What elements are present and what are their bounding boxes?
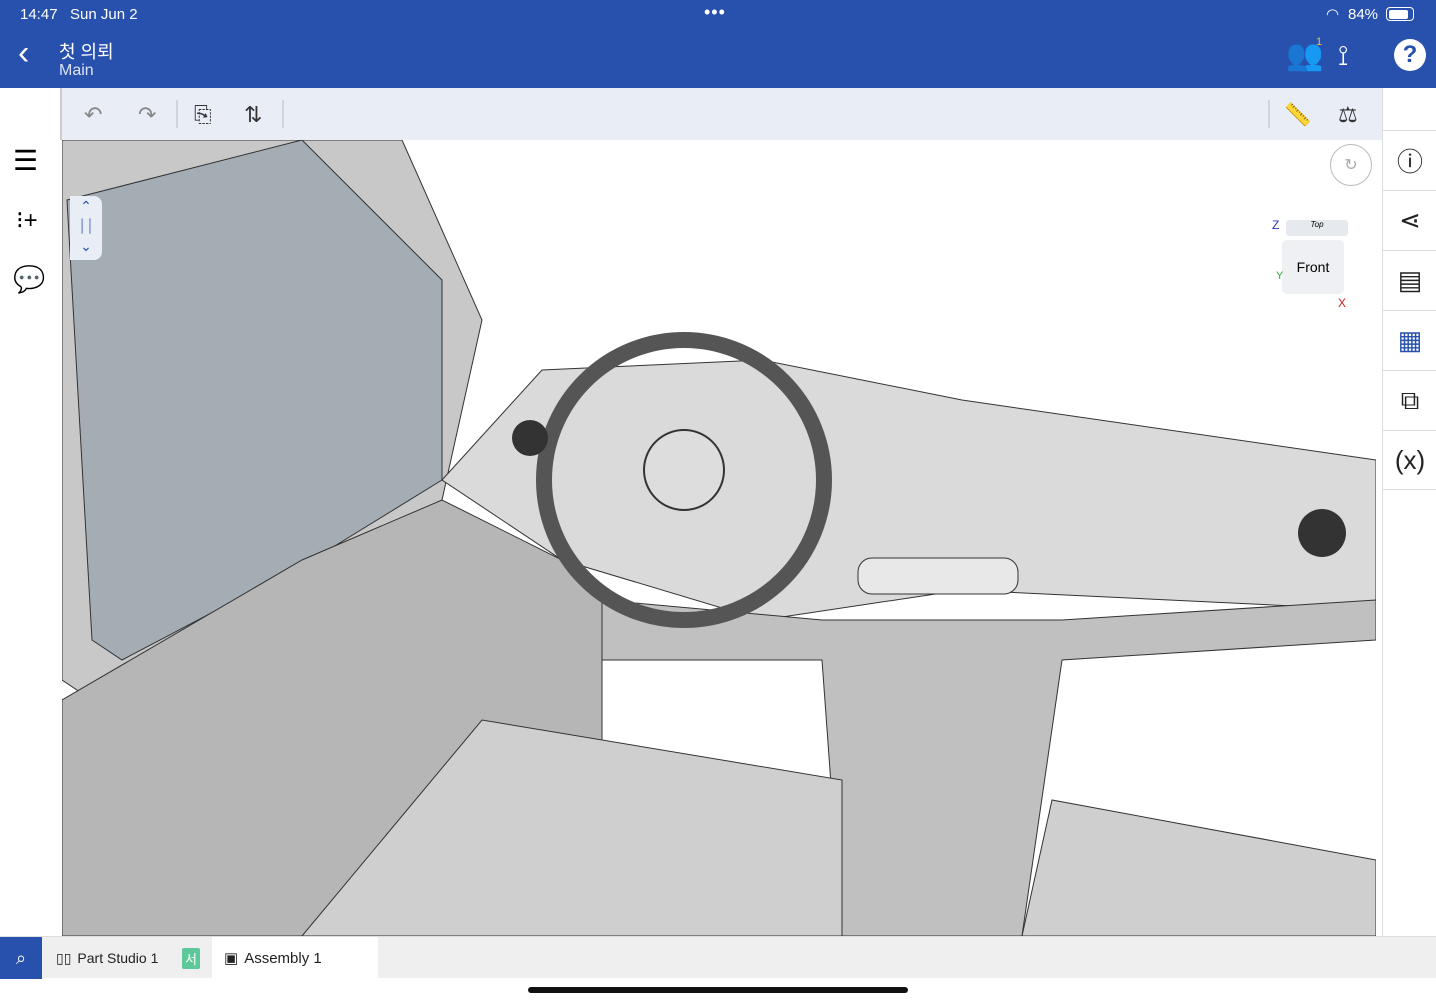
axis-x-label: X (1338, 296, 1347, 310)
3d-viewport[interactable]: ⌃ ⏐⏐ ⌄ ↻ Top Front Z Y X (62, 140, 1376, 936)
part-studio-icon: ▯▯ (56, 949, 72, 966)
rotation-lock-icon[interactable]: ↻ (1330, 144, 1372, 186)
user-badge: 서 (182, 947, 200, 969)
toolbar: ↶ ↷ ⎘ ⇅ 📏 ⚖ (60, 88, 1382, 140)
replicate-icon[interactable]: ⧉ (1383, 370, 1436, 430)
assembly-icon: ▣ (224, 950, 239, 967)
status-time: 14:47 (20, 6, 58, 23)
car-interior-model (62, 140, 1376, 936)
view-cube-top[interactable]: Top (1286, 220, 1348, 236)
workspace-name: Main (59, 62, 94, 79)
add-feature-icon[interactable]: ⁝+ (16, 206, 38, 235)
status-date: Sun Jun 2 (70, 6, 138, 23)
cast-icon[interactable]: ⟟ (1338, 40, 1348, 73)
comments-icon[interactable]: 💬 (13, 264, 45, 295)
collaborators-badge: 1 (1316, 36, 1323, 48)
share-icon[interactable]: ⋖ (1383, 190, 1436, 250)
undo-icon[interactable]: ↶ (84, 102, 102, 128)
left-sidebar: ☰ ⁝+ 💬 (0, 88, 60, 936)
info-icon[interactable]: ⓘ (1383, 130, 1436, 190)
battery-icon (1386, 7, 1414, 21)
redo-icon[interactable]: ↷ (138, 102, 156, 128)
back-button[interactable]: ‹ (18, 34, 29, 73)
home-indicator (528, 987, 908, 993)
tab-assembly-1[interactable]: ▣ Assembly 1 (212, 937, 378, 979)
battery-percent: 84% (1348, 6, 1379, 23)
measure-tape-icon[interactable]: 📏 (1284, 102, 1311, 128)
status-bar: 14:47 Sun Jun 2 ••• ◠ 84% (0, 0, 1436, 28)
view-cube[interactable]: Top Front Z Y X (1272, 218, 1352, 310)
document-title: 첫 의뢰 (59, 42, 114, 62)
tab-part-studio-1[interactable]: ▯▯ Part Studio 1 서 (44, 937, 210, 979)
app-header: ‹ 첫 의뢰 Main 👥 1 ⟟ ? (0, 28, 1436, 88)
axis-z-label: Z (1272, 218, 1280, 232)
axis-y-label: Y (1276, 270, 1284, 282)
variables-icon[interactable]: (x) (1383, 430, 1436, 490)
feature-rollback-handle[interactable]: ⌃ ⏐⏐ ⌄ (70, 196, 102, 260)
right-panel: ⓘ ⋖ ▤ ▦ ⧉ (x) (1382, 88, 1436, 936)
view-cube-front[interactable]: Front (1282, 240, 1344, 294)
search-tabs-icon[interactable]: ⌕ (0, 937, 42, 979)
mate-connector-icon[interactable]: ⇅ (244, 102, 262, 128)
help-icon[interactable]: ? (1394, 39, 1426, 71)
appearance-icon[interactable]: ▦ (1383, 310, 1436, 370)
more-dots-icon[interactable]: ••• (704, 2, 726, 23)
mass-properties-icon[interactable]: ⚖ (1338, 102, 1358, 128)
insert-part-icon[interactable]: ⎘ (194, 102, 212, 128)
wifi-icon: ◠ (1326, 6, 1340, 23)
document-tabs: ⌕ ▯▯ Part Studio 1 서 ▣ Assembly 1 (0, 936, 1436, 979)
bill-of-materials-icon[interactable]: ▤ (1383, 250, 1436, 310)
feature-list-icon[interactable]: ☰ (13, 144, 38, 177)
